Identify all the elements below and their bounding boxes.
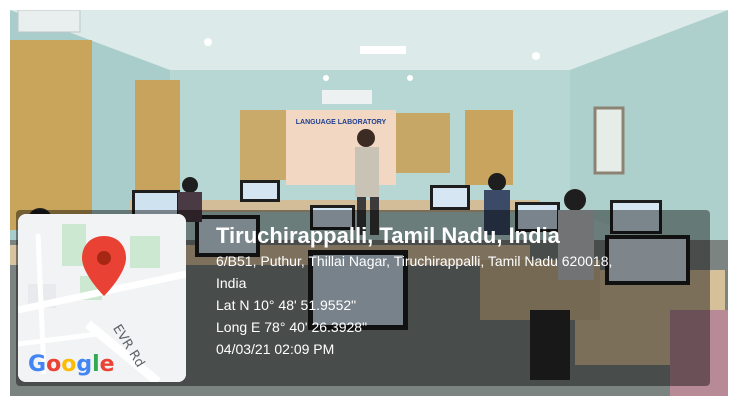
location-city: Tiruchirappalli, Tamil Nadu, India — [216, 223, 560, 248]
google-logo-letter: G — [28, 352, 47, 377]
google-logo-letter: e — [99, 352, 115, 377]
google-logo-letter: l — [92, 352, 100, 377]
location-info: Tiruchirappalli, Tamil Nadu, India 6/B51… — [216, 222, 706, 360]
location-address: 6/B51, Puthur, Thillai Nagar, Tiruchirap… — [216, 253, 613, 269]
google-logo-letter: o — [61, 352, 77, 377]
location-address-country: India — [216, 275, 247, 291]
banner-title: LANGUAGE LABORATORY — [296, 119, 387, 126]
google-logo-letter: g — [76, 352, 93, 377]
google-logo: Google — [28, 352, 115, 377]
location-longitude: Long E 78° 40' 26.3928" — [216, 319, 368, 335]
google-logo-letter: o — [46, 352, 62, 377]
location-datetime: 04/03/21 02:09 PM — [216, 341, 335, 357]
location-latitude: Lat N 10° 48' 51.9552" — [216, 297, 357, 313]
